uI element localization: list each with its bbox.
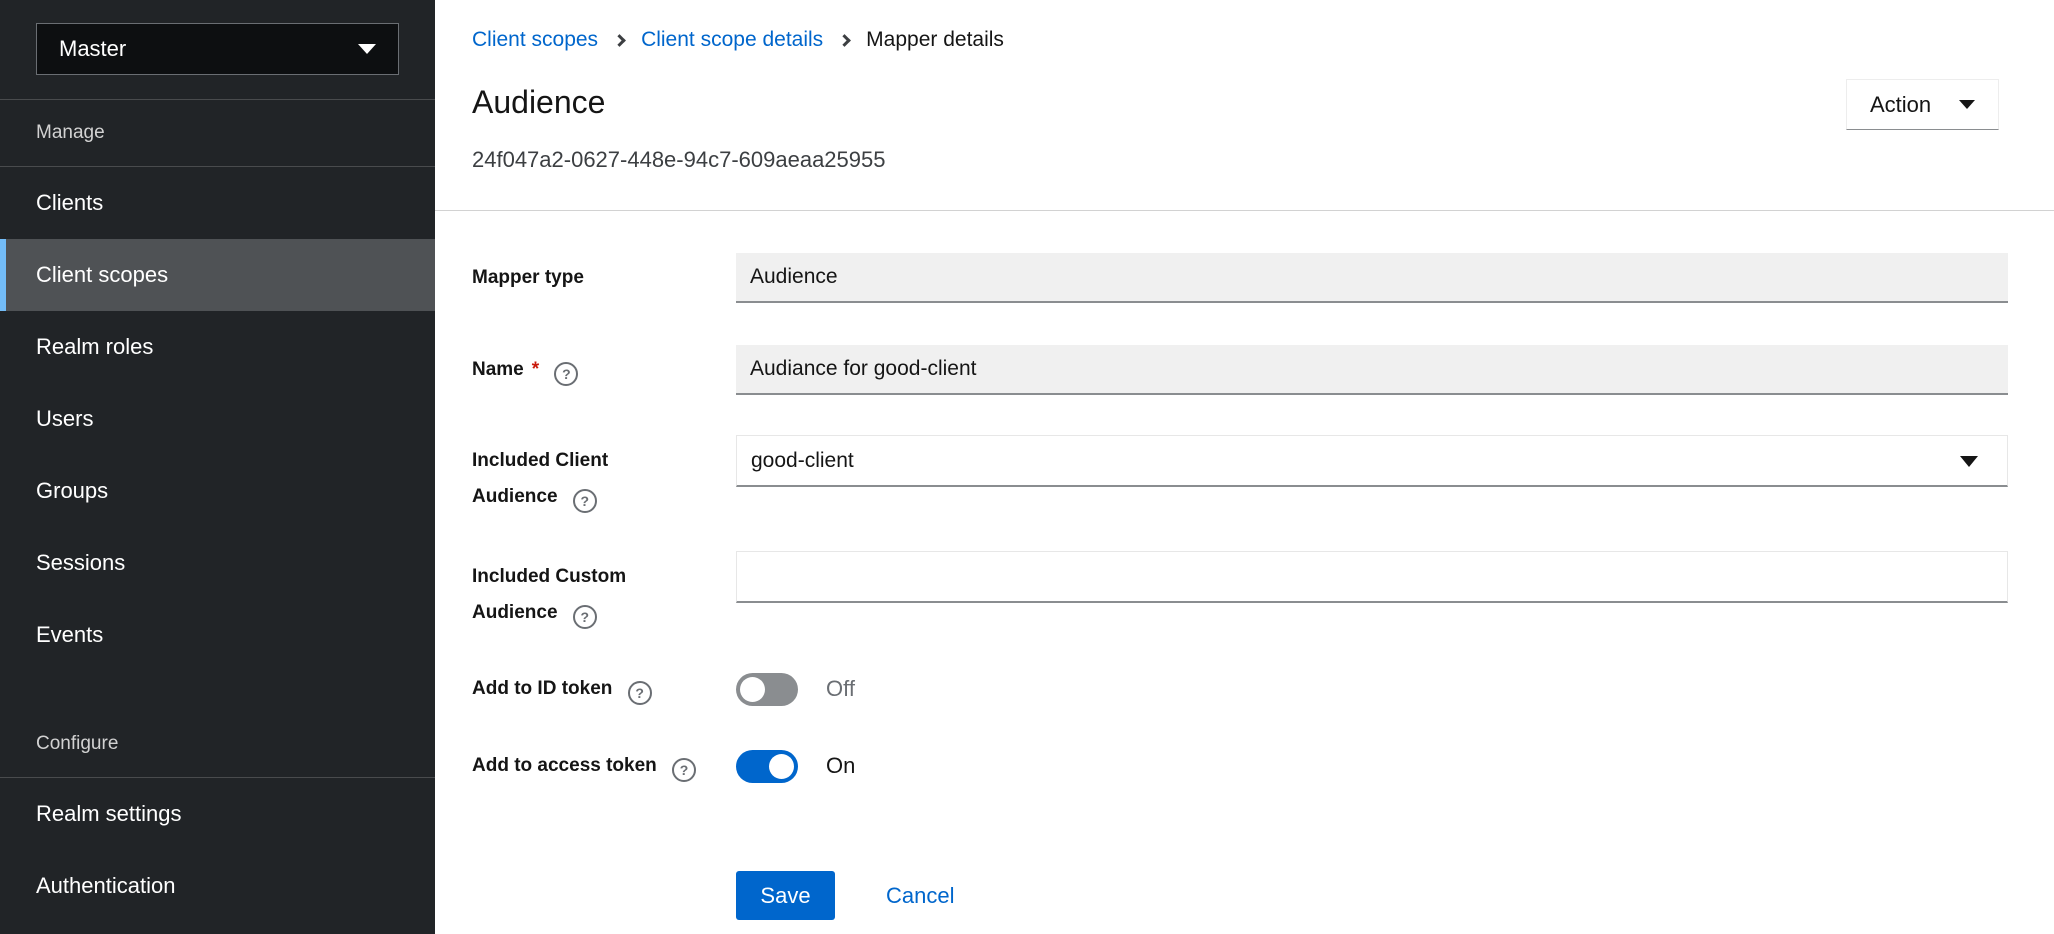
sidebar-item-groups[interactable]: Groups <box>0 455 435 527</box>
breadcrumb-separator-icon <box>613 34 626 47</box>
breadcrumb-separator-icon <box>838 34 851 47</box>
sidebar-item-label: Users <box>36 406 93 432</box>
help-icon[interactable]: ? <box>573 605 597 629</box>
chevron-down-icon <box>1959 100 1975 109</box>
form-row-add-to-access-token: Add to access token ? On <box>472 748 2008 784</box>
sidebar-item-label: Authentication <box>36 873 175 899</box>
add-to-access-token-state: On <box>826 753 855 779</box>
required-indicator: * <box>532 359 539 380</box>
realm-selector-region: Master <box>0 0 435 100</box>
add-to-access-token-toggle[interactable] <box>736 750 798 783</box>
breadcrumb-current: Mapper details <box>866 28 1004 52</box>
toggle-knob <box>740 677 765 702</box>
chevron-down-icon <box>1960 456 1978 467</box>
included-client-audience-label: Included Client Audience ? <box>472 443 724 515</box>
sidebar-item-label: Events <box>36 622 103 648</box>
sidebar-item-clients[interactable]: Clients <box>0 167 435 239</box>
form-row-included-client-audience: Included Client Audience ? good-client <box>472 435 2008 515</box>
form-row-included-custom-audience: Included Custom Audience ? <box>472 551 2008 631</box>
sidebar-item-users[interactable]: Users <box>0 383 435 455</box>
sidebar-item-client-scopes[interactable]: Client scopes <box>0 239 435 311</box>
nav-section-title-configure: Configure <box>0 711 435 778</box>
breadcrumb-client-scope-details[interactable]: Client scope details <box>641 28 823 52</box>
sidebar-item-label: Realm roles <box>36 334 153 360</box>
save-button[interactable]: Save <box>736 871 835 920</box>
add-to-access-token-label: Add to access token ? <box>472 748 724 784</box>
toggle-knob <box>769 754 794 779</box>
nav-section-title-label: Configure <box>36 733 118 755</box>
sidebar-item-label: Client scopes <box>36 262 168 288</box>
included-custom-audience-label: Included Custom Audience ? <box>472 559 724 631</box>
form-row-add-to-id-token: Add to ID token ? Off <box>472 671 2008 707</box>
mapper-id: 24f047a2-0627-448e-94c7-609aeaa25955 <box>472 147 1999 173</box>
form-row-mapper-type: Mapper type <box>472 253 2008 303</box>
name-input <box>736 345 2008 395</box>
sidebar: Master Manage Clients Client scopes Real… <box>0 0 435 934</box>
realm-selector-value: Master <box>59 36 126 62</box>
form-row-name: Name* ? <box>472 345 2008 395</box>
sidebar-item-events[interactable]: Events <box>0 599 435 671</box>
add-to-id-token-label: Add to ID token ? <box>472 671 724 707</box>
sidebar-item-realm-settings[interactable]: Realm settings <box>0 778 435 850</box>
chevron-down-icon <box>358 44 376 54</box>
page-header: Client scopes Client scope details Mappe… <box>435 28 2054 173</box>
cancel-link[interactable]: Cancel <box>886 883 954 909</box>
add-to-id-token-state: Off <box>826 676 855 702</box>
help-icon[interactable]: ? <box>573 489 597 513</box>
sidebar-item-label: Sessions <box>36 550 125 576</box>
help-icon[interactable]: ? <box>628 681 652 705</box>
name-label: Name* ? <box>472 352 724 388</box>
sidebar-item-label: Realm settings <box>36 801 182 827</box>
app-root: Master Manage Clients Client scopes Real… <box>0 0 2054 934</box>
sidebar-item-label: Groups <box>36 478 108 504</box>
nav-section-title-manage: Manage <box>0 100 435 167</box>
breadcrumb: Client scopes Client scope details Mappe… <box>472 28 1999 52</box>
included-custom-audience-input[interactable] <box>736 551 2008 603</box>
breadcrumb-client-scopes[interactable]: Client scopes <box>472 28 598 52</box>
mapper-form: Mapper type Name* ? Included Cli <box>435 211 2054 920</box>
realm-selector[interactable]: Master <box>36 23 399 75</box>
main-content: Client scopes Client scope details Mappe… <box>435 0 2054 934</box>
action-dropdown-button[interactable]: Action <box>1846 79 1999 130</box>
sidebar-item-realm-roles[interactable]: Realm roles <box>0 311 435 383</box>
mapper-type-label: Mapper type <box>472 260 724 296</box>
sidebar-item-sessions[interactable]: Sessions <box>0 527 435 599</box>
form-actions: Save Cancel <box>736 871 2008 920</box>
add-to-id-token-toggle[interactable] <box>736 673 798 706</box>
nav-section-title-label: Manage <box>36 122 105 144</box>
sidebar-item-authentication[interactable]: Authentication <box>0 850 435 922</box>
included-client-audience-value: good-client <box>751 449 854 473</box>
action-dropdown-label: Action <box>1870 92 1931 118</box>
mapper-type-input <box>736 253 2008 303</box>
included-client-audience-select[interactable]: good-client <box>736 435 2008 487</box>
sidebar-item-label: Clients <box>36 190 103 216</box>
page-title: Audience <box>472 84 605 120</box>
help-icon[interactable]: ? <box>554 362 578 386</box>
help-icon[interactable]: ? <box>672 758 696 782</box>
title-row: Audience Action <box>472 84 1999 130</box>
